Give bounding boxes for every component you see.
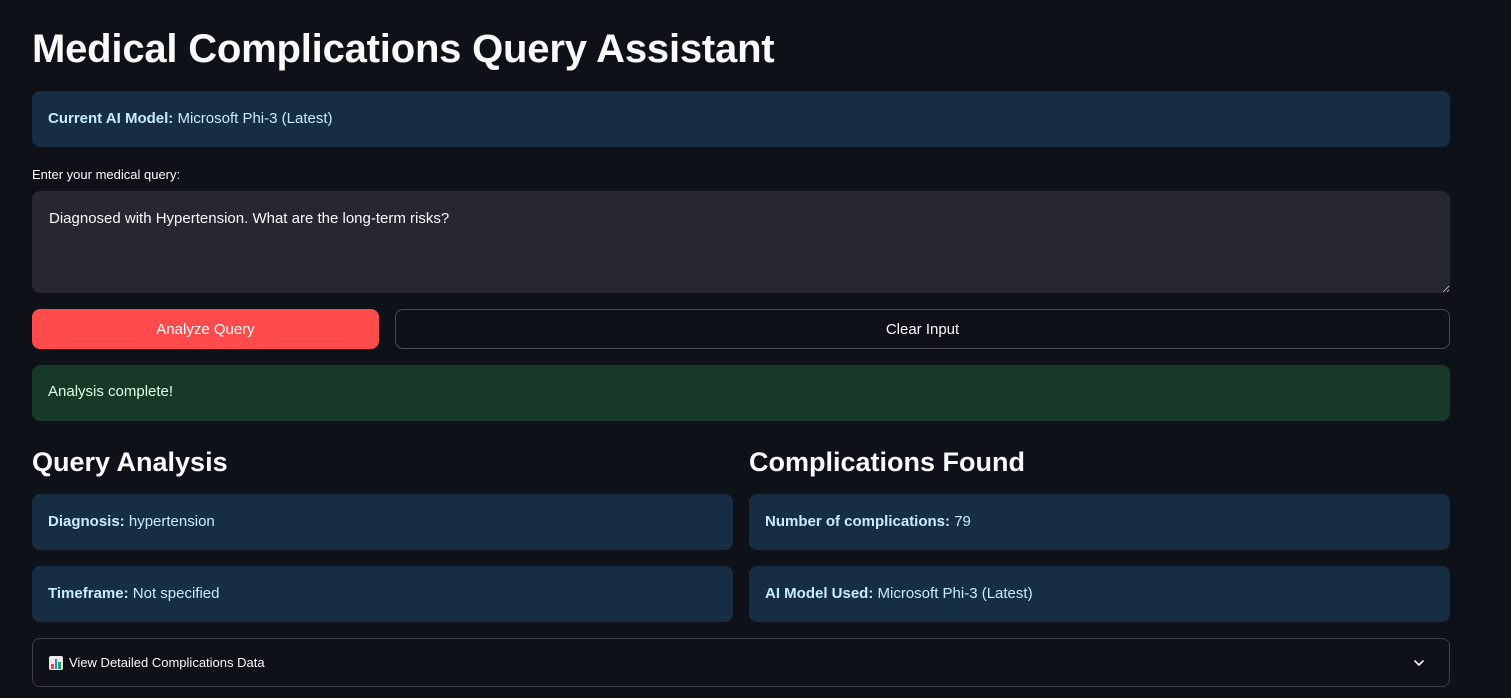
status-message: Analysis complete! — [32, 365, 1450, 421]
app-page: Medical Complications Query Assistant Cu… — [0, 0, 1511, 698]
model-used-label: AI Model Used: — [765, 585, 874, 602]
diagnosis-label: Diagnosis: — [48, 513, 125, 530]
bar-chart-icon — [49, 655, 63, 670]
current-model-info: Current AI Model: Microsoft Phi-3 (Lates… — [32, 91, 1450, 147]
expander-label: View Detailed Complications Data — [69, 655, 265, 670]
page-title: Medical Complications Query Assistant — [32, 27, 775, 71]
model-used-info: AI Model Used: Microsoft Phi-3 (Latest) — [749, 566, 1450, 622]
query-label: Enter your medical query: — [32, 167, 181, 182]
timeframe-label: Timeframe: — [48, 585, 129, 602]
chevron-down-icon — [1414, 659, 1424, 666]
complications-count-info: Number of complications: 79 — [749, 494, 1450, 550]
query-input[interactable]: Diagnosed with Hypertension. What are th… — [32, 191, 1450, 293]
diagnosis-info: Diagnosis: hypertension — [32, 494, 733, 550]
diagnosis-value: hypertension — [128, 513, 215, 530]
timeframe-info: Timeframe: Not specified — [32, 566, 733, 622]
clear-input-button[interactable]: Clear Input — [395, 309, 1450, 349]
complications-count-label: Number of complications: — [765, 513, 951, 530]
detailed-data-expander[interactable]: View Detailed Complications Data — [32, 638, 1450, 687]
complications-count-value: 79 — [954, 513, 971, 530]
timeframe-value: Not specified — [132, 585, 220, 602]
complications-heading: Complications Found — [749, 447, 1025, 477]
model-used-value: Microsoft Phi-3 (Latest) — [877, 585, 1033, 602]
current-model-label: Current AI Model: — [48, 110, 174, 127]
current-model-value: Microsoft Phi-3 (Latest) — [177, 110, 333, 127]
query-analysis-heading: Query Analysis — [32, 447, 228, 477]
analyze-query-button[interactable]: Analyze Query — [32, 309, 379, 349]
